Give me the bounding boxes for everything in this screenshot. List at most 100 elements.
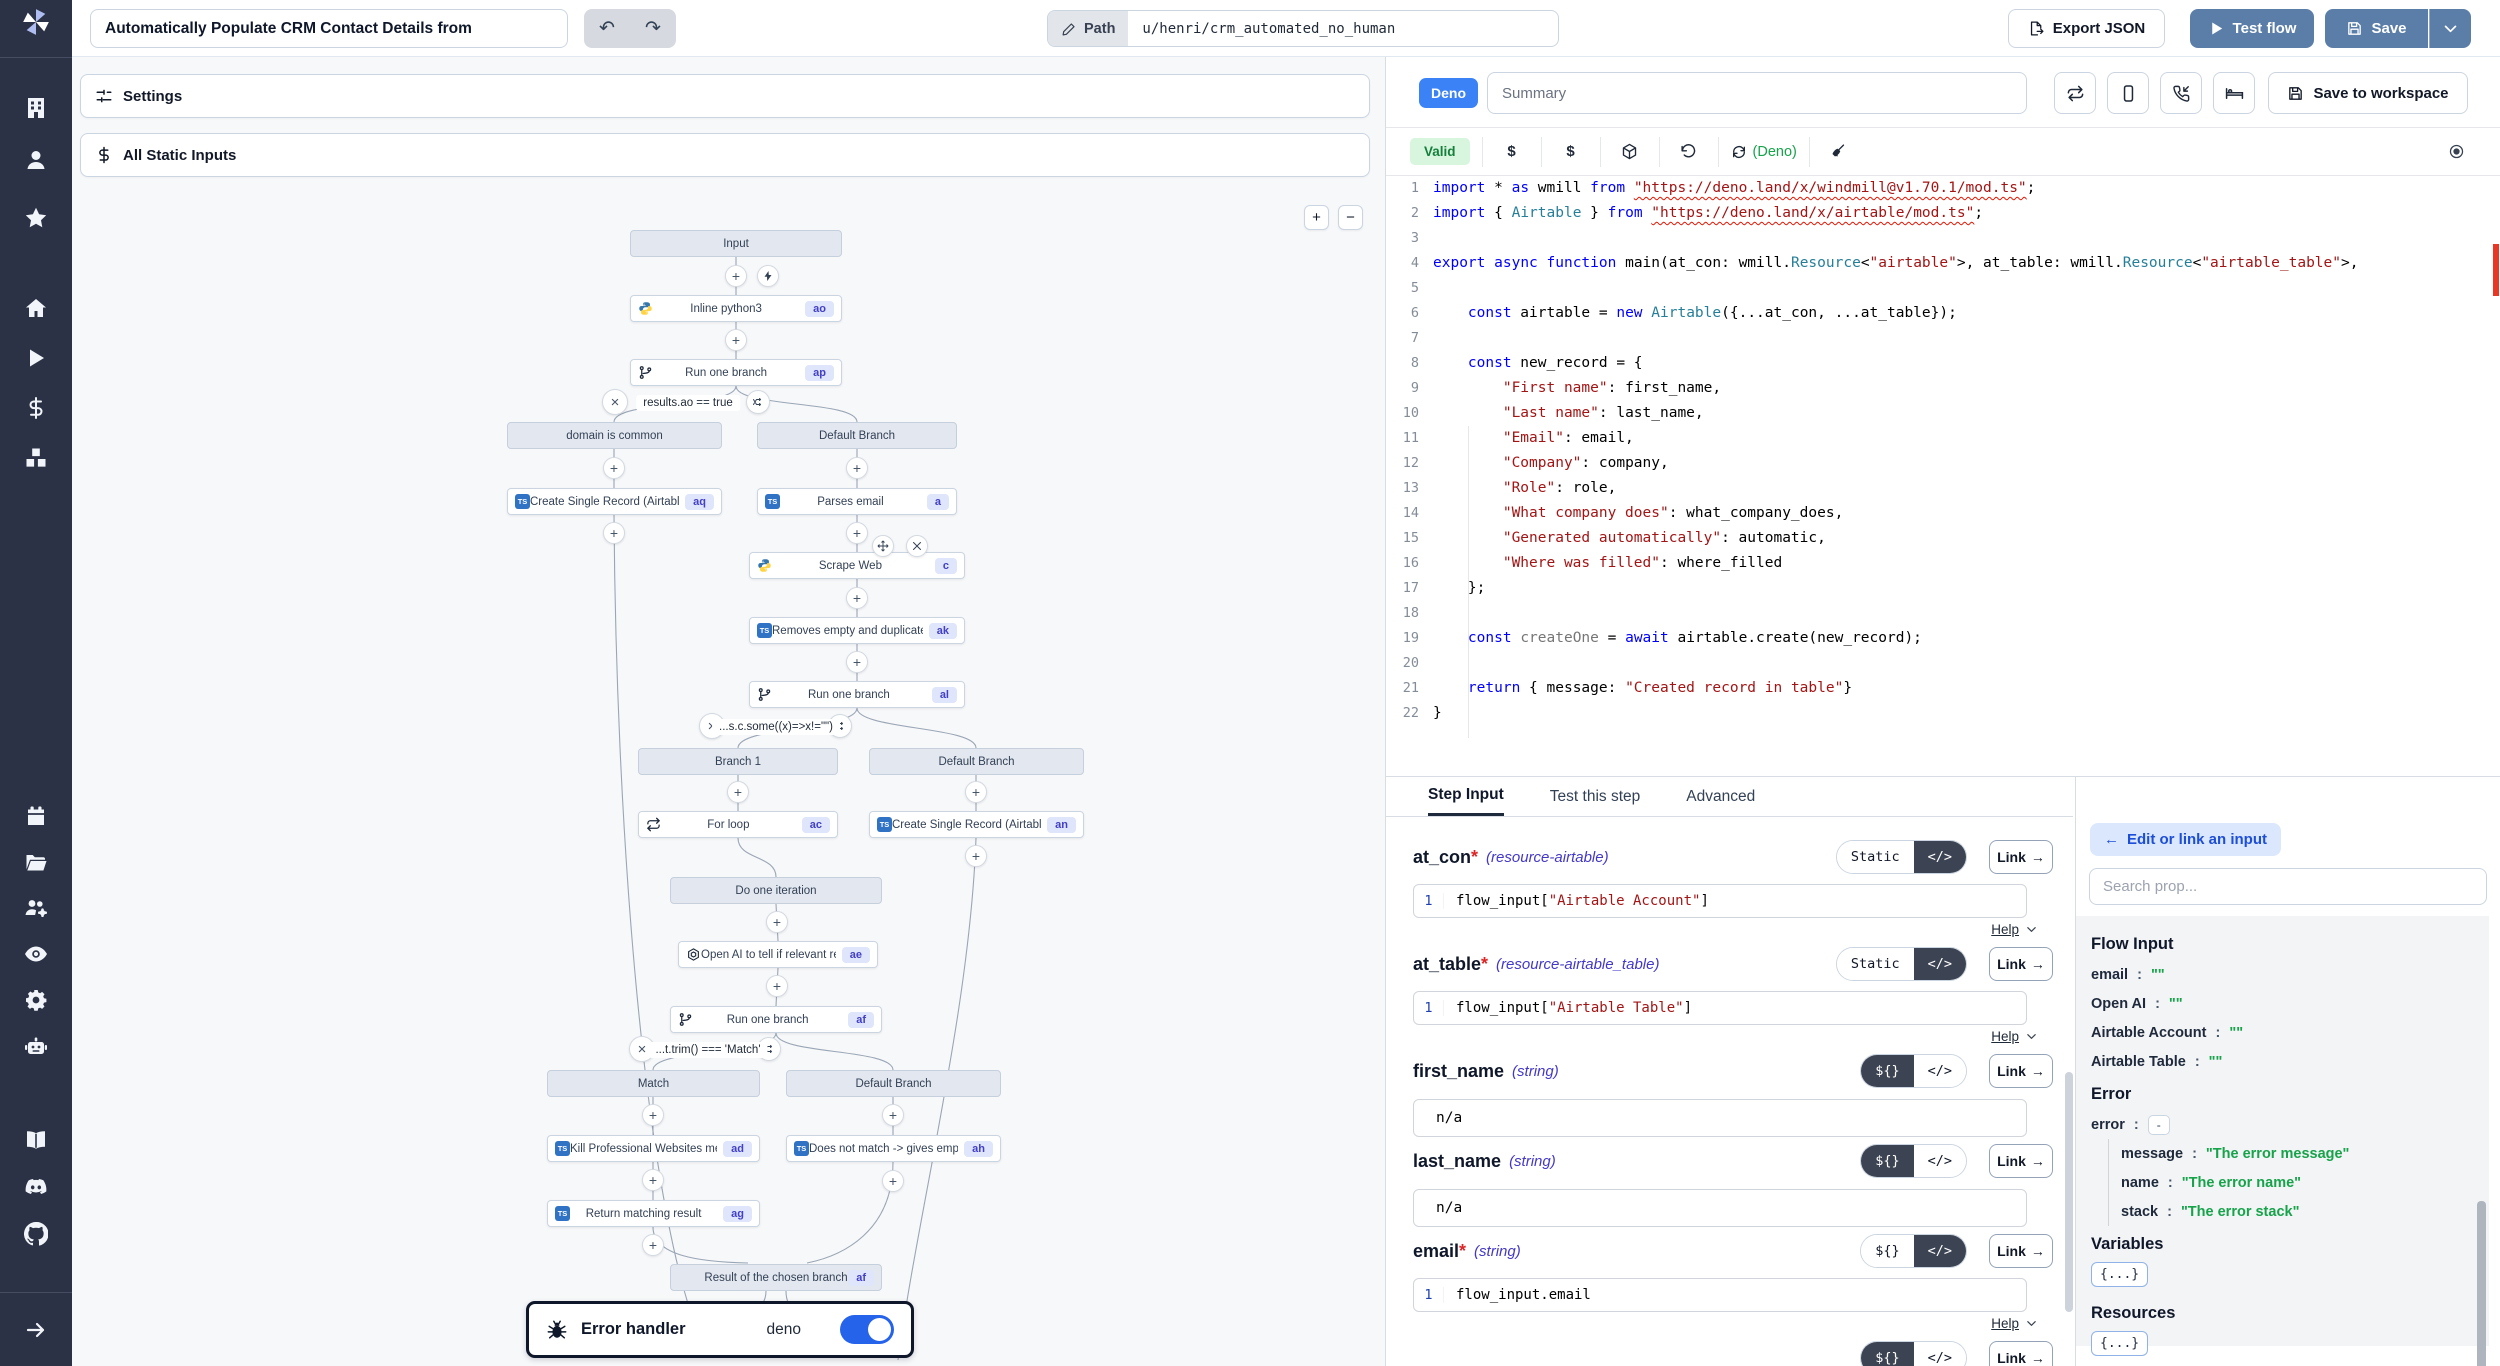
error-root-row[interactable]: error: - bbox=[2091, 1110, 2489, 1139]
flow-node-do-one-iteration[interactable]: Do one iteration bbox=[670, 877, 882, 904]
swap-language-button[interactable] bbox=[2054, 72, 2096, 114]
prop-row-email[interactable]: email:"" bbox=[2091, 960, 2489, 989]
insert-step-button[interactable]: + bbox=[846, 522, 868, 544]
reset-button[interactable] bbox=[1672, 137, 1706, 167]
error-prop-row-message[interactable]: message:"The error message" bbox=[2121, 1139, 2489, 1168]
home-icon[interactable] bbox=[24, 296, 48, 320]
error-handler-toggle[interactable] bbox=[840, 1315, 894, 1344]
zoom-out-button[interactable]: − bbox=[1338, 205, 1363, 230]
static-mode-button[interactable]: ${} bbox=[1861, 1342, 1913, 1366]
save-to-workspace-button[interactable]: Save to workspace bbox=[2268, 72, 2468, 114]
insert-step-button[interactable]: + bbox=[965, 845, 987, 867]
move-node-handle[interactable] bbox=[872, 535, 894, 557]
flow-node-default-branch-1[interactable]: Default Branch bbox=[757, 422, 957, 449]
flow-node-run-one-branch-ap[interactable]: Run one branchap bbox=[630, 359, 842, 386]
flow-node-for-loop[interactable]: For loopac bbox=[638, 811, 838, 838]
code-line[interactable]: 7 bbox=[1386, 326, 2500, 351]
tab-step-input[interactable]: Step Input bbox=[1428, 777, 1504, 816]
code-line[interactable]: 3 bbox=[1386, 226, 2500, 251]
building-icon[interactable] bbox=[24, 96, 48, 120]
flow-node-does-not-match-empty[interactable]: TSDoes not match -> gives empty valueah bbox=[786, 1135, 1001, 1162]
assistant-reload-button[interactable]: (Deno) bbox=[1731, 144, 1797, 160]
insert-step-button[interactable]: + bbox=[846, 457, 868, 479]
insert-step-button[interactable]: + bbox=[725, 265, 747, 287]
flow-title-input[interactable] bbox=[90, 9, 568, 48]
flow-settings-row[interactable]: Settings bbox=[80, 74, 1370, 118]
link-input-button[interactable]: Link→ bbox=[1989, 947, 2053, 981]
insert-variable-button[interactable]: $ bbox=[1495, 137, 1529, 167]
flow-node-create-single-record-aq[interactable]: TSCreate Single Record (Airtable)aq bbox=[507, 488, 722, 515]
logo-icon[interactable] bbox=[22, 8, 50, 36]
static-mode-button[interactable]: Static bbox=[1837, 948, 1914, 980]
insert-step-button[interactable]: + bbox=[603, 522, 625, 544]
flow-node-return-matching-result[interactable]: TSReturn matching resultag bbox=[547, 1200, 760, 1227]
insert-step-button[interactable]: + bbox=[846, 587, 868, 609]
sleep-button[interactable] bbox=[2213, 72, 2255, 114]
flow-node-default-branch-3[interactable]: Default Branch bbox=[786, 1070, 1001, 1097]
code-editor[interactable]: 1import * as wmill from "https://deno.la… bbox=[1386, 176, 2500, 776]
delete-node-button[interactable] bbox=[906, 535, 928, 557]
code-line[interactable]: 5 bbox=[1386, 276, 2500, 301]
folder-icon[interactable] bbox=[24, 850, 48, 874]
insert-step-button[interactable]: + bbox=[603, 457, 625, 479]
resources-expand-button[interactable]: {...} bbox=[2091, 1331, 2148, 1356]
language-badge[interactable]: Deno bbox=[1419, 78, 1478, 108]
package-button[interactable] bbox=[1613, 137, 1647, 167]
link-input-button[interactable]: Link→ bbox=[1989, 1234, 2053, 1268]
flow-node-scrape-web[interactable]: Scrape Webc bbox=[749, 552, 965, 579]
field-value-input[interactable]: n/a bbox=[1413, 1099, 2027, 1137]
insert-step-button[interactable]: + bbox=[766, 975, 788, 997]
eye-icon[interactable] bbox=[24, 942, 48, 966]
insert-step-button[interactable]: + bbox=[965, 781, 987, 803]
code-line[interactable]: 1import * as wmill from "https://deno.la… bbox=[1386, 176, 2500, 201]
code-line[interactable]: 9 "First name": first_name, bbox=[1386, 376, 2500, 401]
flow-node-match[interactable]: Match bbox=[547, 1070, 760, 1097]
gear-icon[interactable] bbox=[24, 988, 48, 1012]
insert-step-button[interactable]: + bbox=[642, 1104, 664, 1126]
error-prop-row-name[interactable]: name:"The error name" bbox=[2121, 1168, 2489, 1197]
dollar-icon[interactable] bbox=[24, 396, 48, 420]
users-icon[interactable] bbox=[24, 896, 48, 920]
person-icon[interactable] bbox=[24, 148, 48, 172]
error-handler-node[interactable]: Error handler deno bbox=[526, 1301, 914, 1358]
flow-node-inline-python3[interactable]: Inline python3ao bbox=[630, 295, 842, 322]
flow-node-input[interactable]: Input bbox=[630, 230, 842, 257]
code-line[interactable]: 13 "Role": role, bbox=[1386, 476, 2500, 501]
cubes-icon[interactable] bbox=[24, 446, 48, 470]
flow-node-parses-email[interactable]: TSParses emaila bbox=[757, 488, 957, 515]
format-button[interactable] bbox=[1822, 137, 1856, 167]
link-input-button[interactable]: Link→ bbox=[1989, 1144, 2053, 1178]
code-line[interactable]: 15 "Generated automatically": automatic, bbox=[1386, 526, 2500, 551]
export-json-button[interactable]: Export JSON bbox=[2008, 9, 2165, 48]
code-line[interactable]: 10 "Last name": last_name, bbox=[1386, 401, 2500, 426]
code-line[interactable]: 6 const airtable = new Airtable({...at_c… bbox=[1386, 301, 2500, 326]
field-value-input[interactable]: n/a bbox=[1413, 1189, 2027, 1227]
flow-node-kill-professional-websites[interactable]: TSKill Professional Websites mentionsad bbox=[547, 1135, 760, 1162]
play-icon[interactable] bbox=[24, 346, 48, 370]
insert-step-button[interactable]: + bbox=[642, 1169, 664, 1191]
static-mode-button[interactable]: ${} bbox=[1861, 1055, 1913, 1087]
star-icon[interactable] bbox=[24, 206, 48, 230]
save-button[interactable]: Save bbox=[2325, 9, 2428, 48]
flow-node-open-ai-relevant[interactable]: Open AI to tell if relevant resultae bbox=[678, 941, 878, 968]
error-prop-row-stack[interactable]: stack:"The error stack" bbox=[2121, 1197, 2489, 1226]
code-line[interactable]: 2import { Airtable } from "https://deno.… bbox=[1386, 201, 2500, 226]
flow-node-default-branch-2[interactable]: Default Branch bbox=[869, 748, 1084, 775]
trigger-icon[interactable] bbox=[757, 265, 779, 287]
code-line[interactable]: 19 const createOne = await airtable.crea… bbox=[1386, 626, 2500, 651]
code-mode-button[interactable]: </> bbox=[1914, 1235, 1966, 1267]
code-mode-button[interactable]: </> bbox=[1914, 948, 1966, 980]
flow-node-domain-is-common[interactable]: domain is common bbox=[507, 422, 722, 449]
remove-branch-button[interactable]: × bbox=[602, 389, 628, 415]
code-mode-button[interactable]: </> bbox=[1914, 841, 1966, 873]
edit-or-link-input-button[interactable]: ← Edit or link an input bbox=[2090, 823, 2281, 856]
static-mode-button[interactable]: ${} bbox=[1861, 1145, 1913, 1177]
book-icon[interactable] bbox=[24, 1128, 48, 1152]
code-mode-button[interactable]: </> bbox=[1914, 1145, 1966, 1177]
mobile-view-button[interactable] bbox=[2107, 72, 2149, 114]
static-mode-button[interactable]: Static bbox=[1837, 841, 1914, 873]
code-line[interactable]: 16 "Where was filled": where_filled bbox=[1386, 551, 2500, 576]
field-code-editor[interactable]: 1flow_input["Airtable Table"] bbox=[1413, 991, 2027, 1025]
field-code-editor[interactable]: 1flow_input.email bbox=[1413, 1278, 2027, 1312]
insert-step-button[interactable]: + bbox=[882, 1104, 904, 1126]
